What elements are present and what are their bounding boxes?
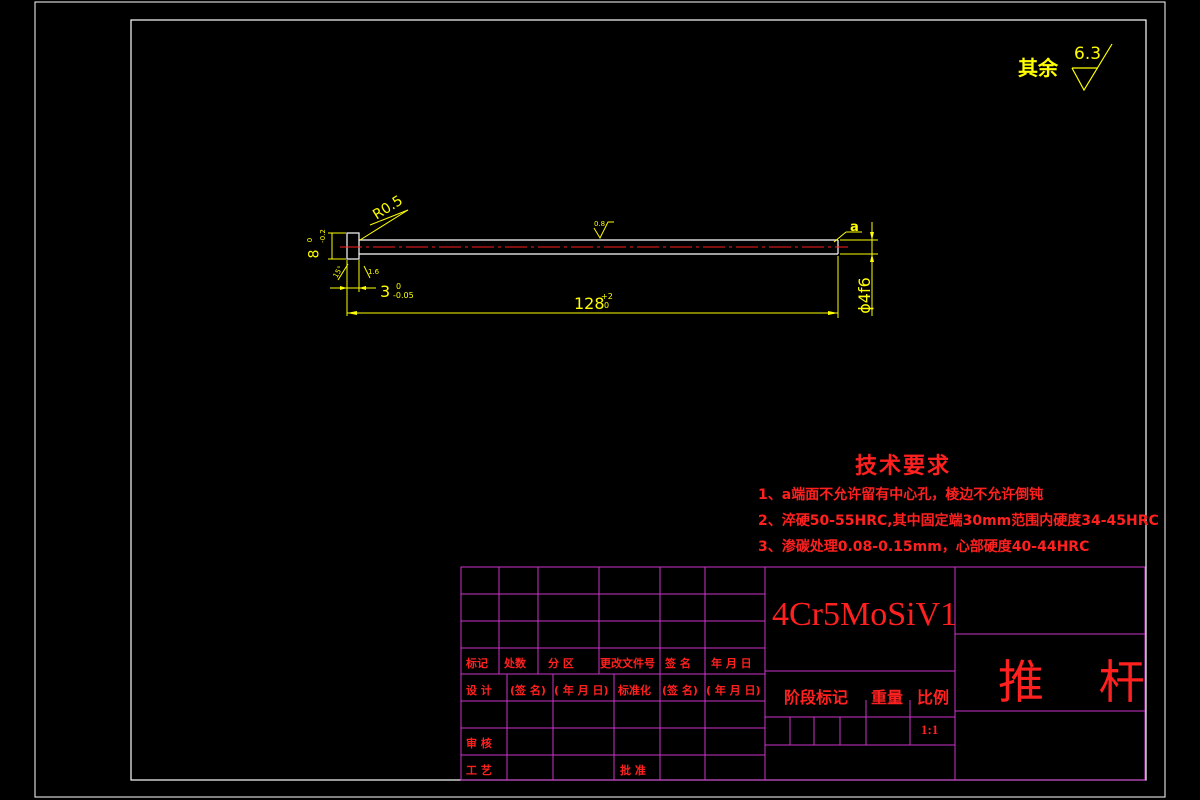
tech-req-item: 2、淬硬50-55HRC,其中固定端30mm范围内硬度34-45HRC	[758, 513, 1159, 529]
tb-label: 分 区	[548, 657, 574, 670]
head-height-tol-top: 0	[306, 237, 315, 243]
stage-mark-label: 阶段标记	[784, 688, 849, 707]
tech-req-item: 3、渗碳处理0.08-0.15mm，心部硬度40-44HRC	[758, 539, 1090, 555]
tb-label: ( 年 月 日)	[554, 684, 609, 697]
part-name: 推 杆	[998, 655, 1165, 709]
tb-label: 设 计	[466, 684, 492, 697]
length-label: 128	[574, 294, 605, 313]
diameter-label: ϕ4f6	[854, 277, 874, 314]
arrow	[828, 311, 838, 315]
small-right-label: 1.6	[368, 268, 380, 276]
roughness-top-label: 0.8	[594, 220, 606, 228]
length-tol-top: +2	[601, 292, 613, 301]
tech-req-title: 技术要求	[855, 454, 952, 479]
tech-req-item: 1、a端面不允许留有中心孔，棱边不允许倒钝	[758, 487, 1044, 503]
surface-value: 6.3	[1074, 44, 1102, 64]
tb-review: 审 核	[466, 737, 492, 750]
tb-process: 工 艺	[466, 764, 492, 777]
tb-label: 签 名	[665, 657, 691, 670]
head-thickness-label: 3	[380, 282, 391, 301]
head-height-tol: -0.2	[318, 229, 327, 243]
tb-approve: 批 准	[620, 764, 646, 777]
material-name: 4Cr5MoSiV1	[772, 596, 958, 633]
tb-label: (签 名)	[510, 684, 546, 697]
tb-label: (签 名)	[662, 684, 698, 697]
tb-label: 标记	[466, 657, 488, 670]
weight-label: 重量	[871, 688, 904, 707]
tb-label: 处数	[504, 657, 526, 670]
arrow	[359, 286, 366, 290]
scale-value: 1:1	[921, 722, 939, 737]
outer-border	[34, 1, 1166, 798]
tb-label: 年 月 日	[711, 657, 752, 670]
arrow	[870, 254, 874, 262]
ratio-label: 比例	[917, 688, 950, 707]
surface-note: 其余	[1018, 56, 1058, 80]
arrow	[340, 286, 347, 290]
end-mark-label: a	[850, 220, 859, 235]
arrow	[870, 232, 874, 240]
head-height-label: 8	[306, 249, 323, 259]
tb-label: 标准化	[618, 684, 651, 697]
tb-label: 更改文件号	[600, 657, 655, 670]
length-tol-bottom: 0	[604, 301, 610, 310]
head-thickness-tol-bottom: -0.05	[393, 291, 414, 300]
head-thickness-tol-top: 0	[396, 282, 402, 291]
pin-head	[346, 232, 360, 260]
arrow	[347, 311, 357, 315]
tb-label: ( 年 月 日)	[706, 684, 761, 697]
